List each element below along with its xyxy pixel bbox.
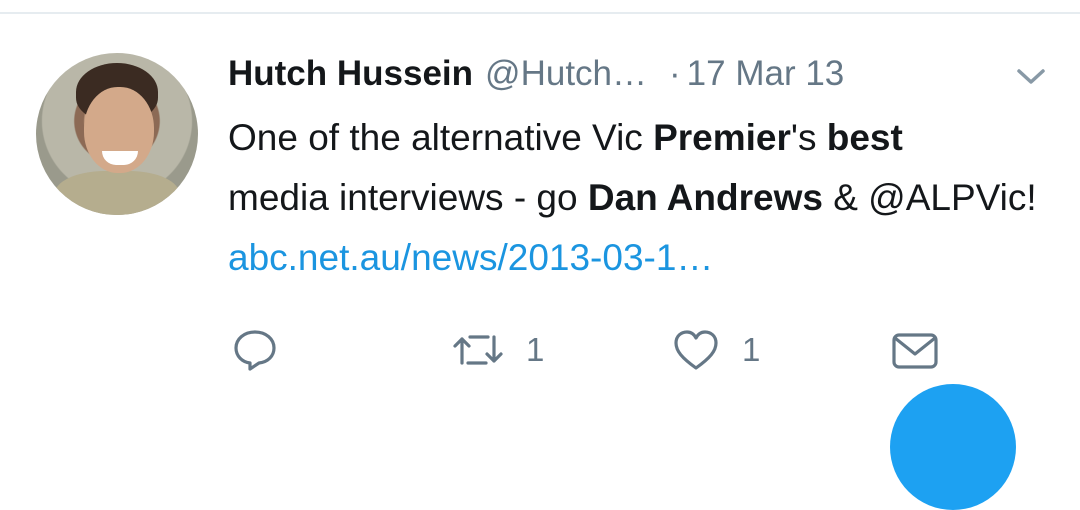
envelope-icon xyxy=(892,333,938,369)
tweet-text-part: 's xyxy=(790,117,827,158)
tweet-text-bold: best xyxy=(826,117,903,158)
compose-fab-button[interactable] xyxy=(890,384,1016,510)
chevron-down-icon[interactable] xyxy=(1014,64,1048,88)
avatar[interactable] xyxy=(36,53,198,215)
reply-button[interactable] xyxy=(232,322,278,378)
tweet-text-bold: Premier xyxy=(653,117,791,158)
author-handle[interactable]: @Hutch… xyxy=(485,54,647,94)
separator-dot: · xyxy=(669,54,681,93)
tweet-text-part: One of the alternative Vic xyxy=(228,117,654,158)
author-name[interactable]: Hutch Hussein xyxy=(228,54,473,94)
direct-message-button[interactable] xyxy=(890,322,940,378)
retweet-button[interactable]: 1 xyxy=(452,322,544,378)
top-divider xyxy=(0,12,1080,14)
tweet-header: Hutch Hussein @Hutch… · 17 Mar 13 xyxy=(228,50,844,98)
tweet-text-part: media interviews - go xyxy=(228,177,588,218)
heart-icon xyxy=(674,330,718,370)
retweet-icon xyxy=(453,335,503,365)
tweet-link[interactable]: abc.net.au/news/2013-03-1… xyxy=(228,237,713,278)
retweet-count: 1 xyxy=(526,331,545,368)
like-button[interactable]: 1 xyxy=(672,322,760,378)
like-count: 1 xyxy=(742,331,761,368)
avatar-shoulders xyxy=(54,171,180,215)
tweet-text-part: & @ALPVic! xyxy=(822,177,1037,218)
tweet-date[interactable]: 17 Mar 13 xyxy=(687,54,845,94)
reply-icon xyxy=(234,330,276,371)
tweet-actions: 1 1 xyxy=(0,322,1080,378)
tweet-text-bold: Dan Andrews xyxy=(587,177,823,218)
tweet-text: One of the alternative Vic Premier's bes… xyxy=(228,108,1048,288)
